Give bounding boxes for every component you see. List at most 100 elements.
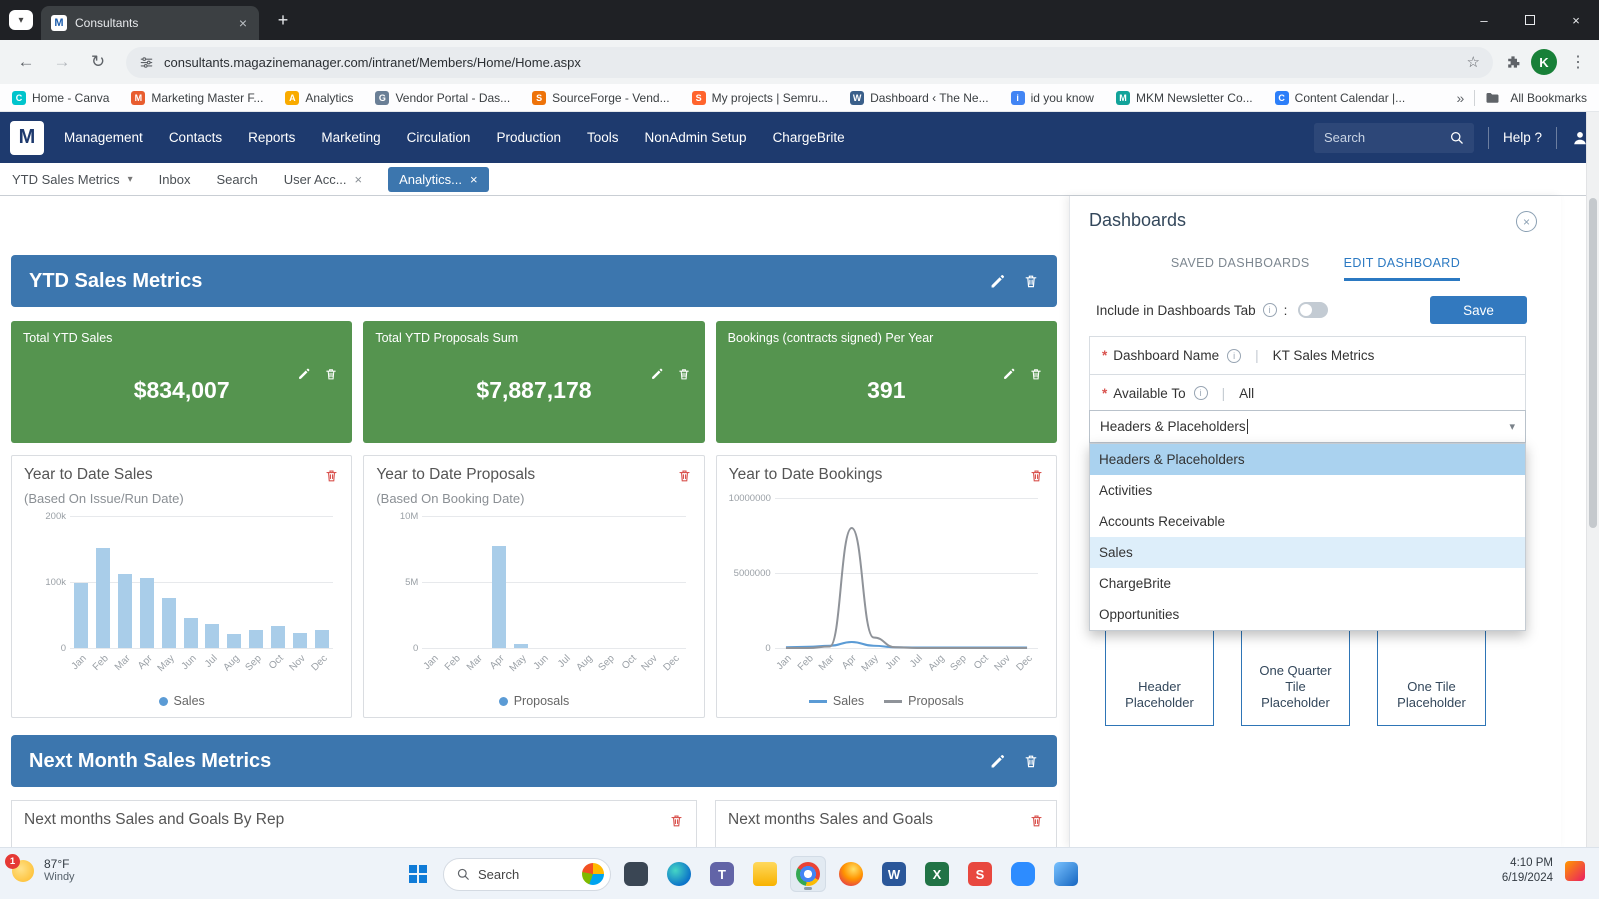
nav-menu-item[interactable]: Marketing	[321, 130, 380, 145]
tab-edit-dashboard[interactable]: EDIT DASHBOARD	[1344, 256, 1461, 281]
clock[interactable]: 4:10 PM 6/19/2024	[1502, 856, 1553, 886]
browser-tab[interactable]: M Consultants ×	[41, 6, 259, 40]
dashboard-selector-tab[interactable]: YTD Sales Metrics ▾	[12, 172, 133, 187]
delete-icon[interactable]	[1029, 813, 1044, 828]
nav-menu-item[interactable]: Production	[496, 130, 561, 145]
firefox[interactable]	[833, 856, 869, 892]
tab-saved-dashboards[interactable]: SAVED DASHBOARDS	[1171, 256, 1310, 281]
info-icon[interactable]: i	[1194, 386, 1208, 400]
widget-search-combobox[interactable]: Headers & Placeholders ▾	[1089, 410, 1526, 443]
tab-close-icon[interactable]: ×	[470, 172, 478, 187]
info-icon[interactable]: i	[1263, 303, 1277, 317]
panel-close-icon[interactable]: ×	[1516, 211, 1537, 232]
bookmark-item[interactable]: M MKM Newsletter Co...	[1116, 91, 1253, 105]
app-logo[interactable]: M	[10, 121, 44, 155]
bookmark-item[interactable]: W Dashboard ‹ The Ne...	[850, 91, 989, 105]
tray-app-icon[interactable]	[1565, 861, 1585, 881]
maximize-button[interactable]	[1507, 0, 1553, 40]
dropdown-option[interactable]: Accounts Receivable	[1090, 506, 1525, 537]
address-bar[interactable]: consultants.magazinemanager.com/intranet…	[126, 47, 1493, 78]
file-explorer[interactable]	[747, 856, 783, 892]
legend-item[interactable]: Sales	[159, 694, 205, 708]
app-blue-media[interactable]	[1048, 856, 1084, 892]
delete-icon[interactable]	[1023, 273, 1039, 289]
dropdown-option[interactable]: Activities	[1090, 475, 1525, 506]
dropdown-option[interactable]: ChargeBrite	[1090, 568, 1525, 599]
dropdown-option[interactable]: Opportunities	[1090, 599, 1525, 630]
search-icon[interactable]	[1449, 130, 1464, 145]
bookmark-item[interactable]: i id you know	[1011, 91, 1094, 105]
tab-inbox[interactable]: Inbox	[159, 172, 191, 187]
field-value[interactable]: All	[1239, 386, 1254, 401]
nav-menu-item[interactable]: NonAdmin Setup	[645, 130, 747, 145]
help-link[interactable]: Help ?	[1503, 130, 1542, 145]
dropdown-option[interactable]: Headers & Placeholders	[1090, 444, 1525, 475]
microsoft-word[interactable]: W	[876, 856, 912, 892]
tab-close-icon[interactable]: ×	[355, 172, 363, 187]
new-tab-button[interactable]: +	[271, 10, 295, 31]
bookmark-item[interactable]: S SourceForge - Vend...	[532, 91, 669, 105]
bookmark-item[interactable]: C Content Calendar |...	[1275, 91, 1406, 105]
edit-icon[interactable]	[989, 273, 1006, 290]
tab-close-icon[interactable]: ×	[237, 15, 249, 31]
start-button[interactable]	[400, 856, 436, 892]
microsoft-edge[interactable]	[661, 856, 697, 892]
bookmark-item[interactable]: G Vendor Portal - Das...	[375, 91, 510, 105]
legend-item[interactable]: Proposals	[499, 694, 570, 708]
nav-menu-item[interactable]: Circulation	[407, 130, 471, 145]
nav-menu-item[interactable]: ChargeBrite	[773, 130, 845, 145]
include-toggle[interactable]	[1298, 302, 1328, 318]
search-highlights-icon[interactable]	[582, 863, 604, 885]
browser-menu-icon[interactable]: ⋮	[1567, 52, 1589, 72]
taskbar-search[interactable]: Search	[443, 858, 611, 891]
delete-icon[interactable]	[324, 468, 339, 483]
bookmarks-overflow-icon[interactable]: »	[1457, 90, 1465, 106]
bookmark-item[interactable]: C Home - Canva	[12, 91, 109, 105]
field-value[interactable]: KT Sales Metrics	[1273, 348, 1375, 363]
minimize-button[interactable]: –	[1461, 0, 1507, 40]
google-chrome[interactable]	[790, 856, 826, 892]
app-dark-window[interactable]	[618, 856, 654, 892]
chevron-down-icon[interactable]: ▾	[1509, 420, 1515, 433]
legend-item[interactable]: Sales	[809, 694, 864, 708]
close-window-button[interactable]: ×	[1553, 0, 1599, 40]
profile-avatar[interactable]: K	[1531, 49, 1557, 75]
info-icon[interactable]: i	[1227, 349, 1241, 363]
page-scrollbar[interactable]	[1586, 112, 1599, 847]
nav-menu-item[interactable]: Reports	[248, 130, 295, 145]
edit-icon[interactable]	[989, 753, 1006, 770]
nav-menu-item[interactable]: Contacts	[169, 130, 222, 145]
tab-search-button[interactable]: ▾	[9, 10, 33, 30]
nav-menu-item[interactable]: Tools	[587, 130, 619, 145]
back-button[interactable]: ←	[10, 46, 42, 78]
refresh-button[interactable]: ↻	[82, 46, 114, 78]
bookmark-item[interactable]: S My projects | Semru...	[692, 91, 828, 105]
chart-card: Next months Sales and Goals By Rep	[11, 800, 697, 847]
forward-button[interactable]: →	[46, 46, 78, 78]
placeholder-label: One Quarter Tile Placeholder	[1250, 663, 1341, 711]
nav-search-input[interactable]: Search	[1314, 123, 1474, 153]
delete-icon[interactable]	[677, 468, 692, 483]
scrollbar-thumb[interactable]	[1589, 198, 1597, 528]
save-button[interactable]: Save	[1430, 296, 1527, 324]
tab-user-accounts[interactable]: User Acc... ×	[284, 172, 362, 187]
delete-icon[interactable]	[1029, 468, 1044, 483]
delete-icon[interactable]	[669, 813, 684, 828]
nav-menu-item[interactable]: Management	[64, 130, 143, 145]
bookmark-item[interactable]: A Analytics	[285, 91, 353, 105]
dropdown-option[interactable]: Sales	[1090, 537, 1525, 568]
tab-search[interactable]: Search	[216, 172, 257, 187]
microsoft-teams[interactable]: T	[704, 856, 740, 892]
tab-analytics[interactable]: Analytics... ×	[388, 167, 488, 192]
app-red-s[interactable]: S	[962, 856, 998, 892]
zoom[interactable]	[1005, 856, 1041, 892]
microsoft-excel[interactable]: X	[919, 856, 955, 892]
delete-icon[interactable]	[1023, 753, 1039, 769]
weather-widget[interactable]: 1 87°F Windy	[12, 857, 75, 884]
legend-item[interactable]: Proposals	[884, 694, 964, 708]
extensions-icon[interactable]	[1505, 54, 1521, 70]
bookmark-item[interactable]: M Marketing Master F...	[131, 91, 263, 105]
site-info-icon[interactable]	[139, 55, 154, 70]
bookmark-star-icon[interactable]: ☆	[1467, 53, 1480, 71]
all-bookmarks-button[interactable]: All Bookmarks	[1510, 91, 1587, 105]
